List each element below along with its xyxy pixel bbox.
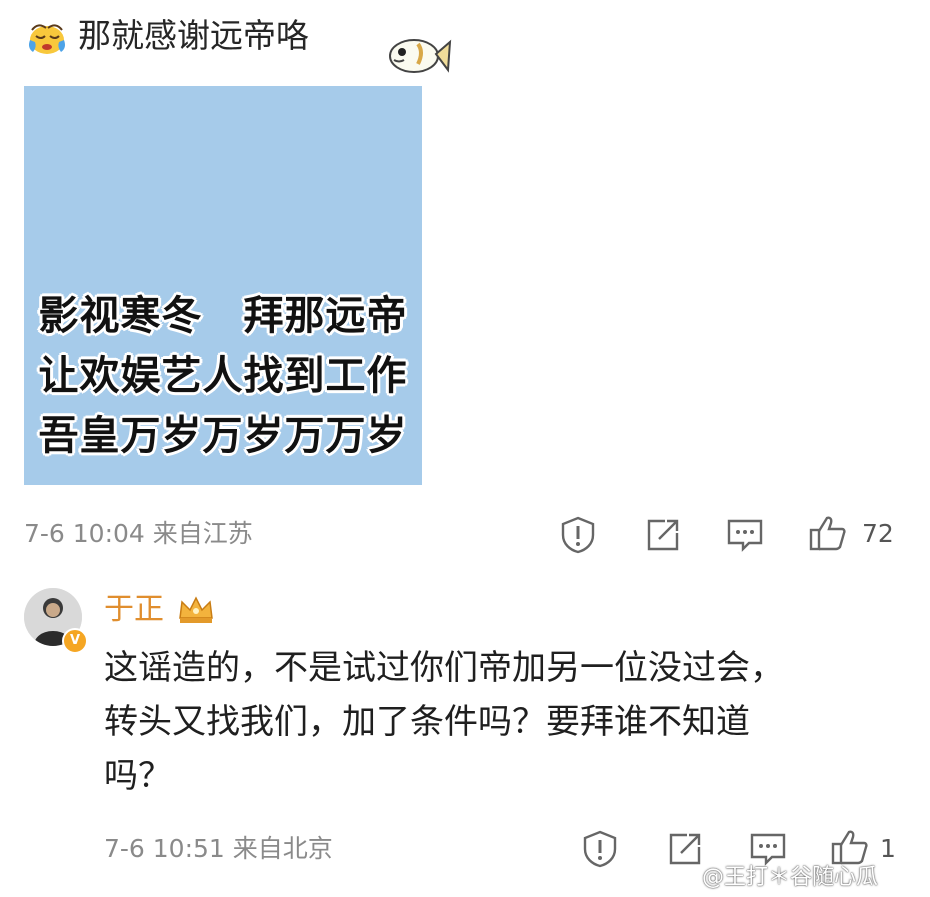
card-line-3: 吾皇万岁万岁万万岁 bbox=[38, 413, 408, 459]
tear-emoji-icon bbox=[24, 20, 70, 56]
share-icon[interactable] bbox=[643, 515, 683, 555]
report-icon[interactable] bbox=[558, 515, 598, 555]
username[interactable]: 于正 bbox=[104, 590, 164, 630]
reply-text-line-1: 这谣造的，不是试过你们帝加另一位没过会， bbox=[104, 648, 784, 688]
comment-icon[interactable] bbox=[725, 515, 765, 555]
watermark: @王打＊谷随心瓜 bbox=[702, 865, 879, 890]
comment-text: 那就感谢远帝咯 bbox=[78, 16, 309, 55]
reply-meta: 7-6 10:51 来自北京 bbox=[104, 834, 333, 864]
comment-timestamp: 7-6 10:04 bbox=[24, 519, 145, 548]
verified-badge-icon: V bbox=[62, 628, 88, 654]
like-icon[interactable] bbox=[830, 827, 870, 867]
report-icon[interactable] bbox=[580, 829, 620, 869]
card-line-1: 影视寒冬 拜那远帝 bbox=[38, 293, 408, 339]
comment-meta: 7-6 10:04 来自江苏 bbox=[24, 519, 253, 549]
image-card[interactable]: 影视寒冬 拜那远帝 让欢娱艺人找到工作 吾皇万岁万岁万万岁 bbox=[24, 86, 422, 485]
reply-timestamp: 7-6 10:51 bbox=[104, 834, 225, 863]
reply-location: 来自北京 bbox=[232, 834, 333, 863]
fish-sticker-icon bbox=[384, 30, 454, 80]
share-icon[interactable] bbox=[665, 829, 705, 869]
comment-icon[interactable] bbox=[748, 829, 788, 869]
like-count: 1 bbox=[880, 834, 896, 863]
comment-location: 来自江苏 bbox=[152, 519, 253, 548]
like-count: 72 bbox=[862, 519, 894, 548]
card-line-2: 让欢娱艺人找到工作 bbox=[38, 353, 408, 399]
reply-text-line-2: 转头又找我们，加了条件吗？要拜谁不知道 bbox=[104, 702, 750, 742]
crown-badge-icon bbox=[176, 592, 216, 626]
reply-text-line-3: 吗？ bbox=[104, 756, 172, 796]
like-icon[interactable] bbox=[808, 513, 848, 553]
